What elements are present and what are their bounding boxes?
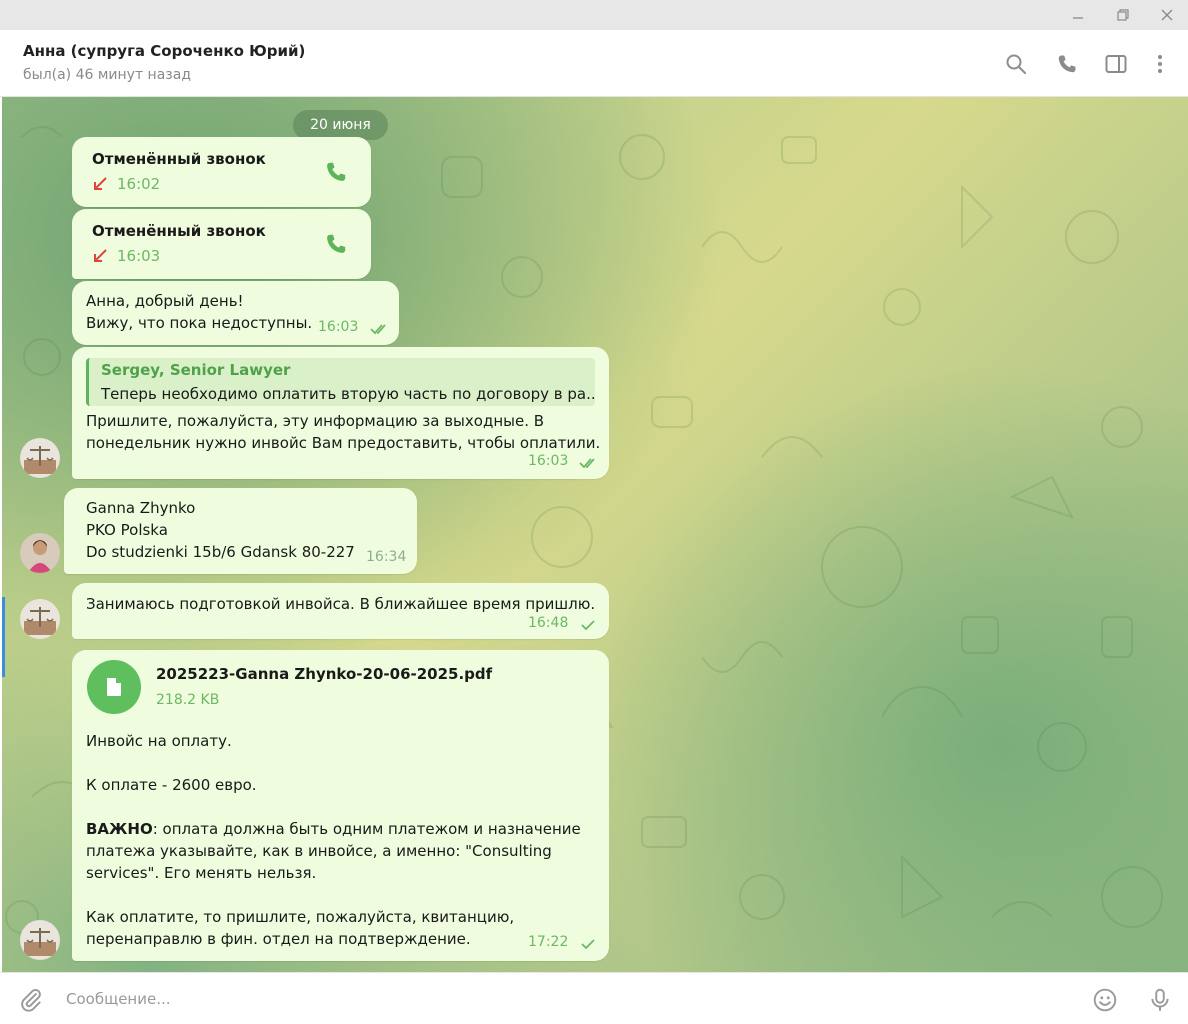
message-composer: [0, 972, 1188, 1024]
check-icon: [581, 620, 595, 631]
chat-area[interactable]: 20 июня Отменённый звонок 16:02 Отменённ…: [2, 97, 1188, 972]
contact-avatar[interactable]: [20, 533, 60, 573]
message-time: 16:03: [318, 319, 359, 335]
minimize-icon[interactable]: [1067, 4, 1089, 26]
chat-header: Анна (супруга Сороченко Юрий) был(а) 46 …: [0, 30, 1188, 97]
file-size: 218.2 KB: [156, 692, 220, 708]
restore-icon[interactable]: [1112, 4, 1134, 26]
microphone-icon[interactable]: [1146, 986, 1174, 1014]
call-back-icon[interactable]: [323, 159, 349, 185]
message-time: 16:34: [366, 549, 407, 565]
message-time: 17:22: [528, 934, 569, 950]
avatar[interactable]: [20, 438, 60, 478]
important-label: ВАЖНО: [86, 820, 153, 838]
incoming-message-bubble[interactable]: Ganna Zhynko PKO Polska Do studzienki 15…: [64, 488, 417, 574]
phone-icon[interactable]: [1054, 51, 1080, 77]
reply-author: Sergey, Senior Lawyer: [101, 361, 291, 379]
message-bubble[interactable]: Sergey, Senior Lawyer Теперь необходимо …: [72, 347, 609, 479]
attach-icon[interactable]: [17, 986, 45, 1014]
important-text: : оплата должна быть одним платежом и на…: [152, 820, 581, 838]
message-text: перенаправлю в фин. отдел на подтвержден…: [86, 930, 471, 948]
emoji-icon[interactable]: [1091, 986, 1119, 1014]
message-text: Ganna Zhynko: [86, 499, 196, 517]
date-badge: 20 июня: [293, 110, 388, 140]
avatar[interactable]: [20, 599, 60, 639]
file-name[interactable]: 2025223-Ganna Zhynko-20-06-2025.pdf: [156, 665, 492, 683]
call-time: 16:03: [117, 247, 161, 265]
window-titlebar: [0, 0, 1188, 30]
avatar[interactable]: [20, 920, 60, 960]
message-text: Инвойс на оплату.: [86, 732, 232, 750]
missed-call-arrow-icon: [94, 249, 107, 262]
chat-title[interactable]: Анна (супруга Сороченко Юрий): [23, 42, 305, 60]
message-bubble[interactable]: Анна, добрый день! Вижу, что пока недост…: [72, 281, 399, 345]
message-text: понедельник нужно инвойс Вам предоставит…: [86, 434, 601, 452]
message-text: Вижу, что пока недоступны.: [86, 314, 313, 332]
file-message-bubble[interactable]: 2025223-Ganna Zhynko-20-06-2025.pdf 218.…: [72, 650, 609, 961]
double-check-icon: [579, 458, 595, 469]
call-time: 16:02: [117, 175, 161, 193]
message-text: PKO Polska: [86, 521, 168, 539]
missed-call-arrow-icon: [94, 177, 107, 190]
active-indicator: [2, 597, 5, 677]
message-time: 16:03: [528, 453, 569, 469]
file-icon[interactable]: [87, 660, 141, 714]
search-icon[interactable]: [1003, 51, 1029, 77]
message-text: Анна, добрый день!: [86, 292, 244, 310]
call-message[interactable]: Отменённый звонок 16:03: [72, 209, 371, 279]
double-check-icon: [370, 324, 386, 335]
message-text: Как оплатите, то пришлите, пожалуйста, к…: [86, 908, 515, 926]
message-text: services". Его менять нельзя.: [86, 864, 317, 882]
message-text: платежа указывайте, как в инвойсе, а име…: [86, 842, 552, 860]
message-input[interactable]: [66, 985, 1066, 1013]
chat-status: был(а) 46 минут назад: [23, 67, 191, 83]
message-text: Занимаюсь подготовкой инвойса. В ближайш…: [86, 595, 596, 613]
call-message[interactable]: Отменённый звонок 16:02: [72, 137, 371, 207]
message-text: К оплате - 2600 евро.: [86, 776, 257, 794]
reply-text: Теперь необходимо оплатить вторую часть …: [101, 385, 595, 403]
message-bubble[interactable]: Занимаюсь подготовкой инвойса. В ближайш…: [72, 583, 609, 639]
more-vertical-icon[interactable]: [1147, 51, 1173, 77]
sidebar-toggle-icon[interactable]: [1103, 51, 1129, 77]
message-text: ВАЖНО: оплата должна быть одним платежом…: [86, 818, 581, 840]
check-icon: [581, 939, 595, 950]
call-title: Отменённый звонок: [92, 222, 266, 240]
message-time: 16:48: [528, 615, 569, 631]
message-text: Do studzienki 15b/6 Gdansk 80-227: [86, 543, 355, 561]
message-text: Пришлите, пожалуйста, эту информацию за …: [86, 412, 545, 430]
close-icon[interactable]: [1156, 4, 1178, 26]
call-title: Отменённый звонок: [92, 150, 266, 168]
call-back-icon[interactable]: [323, 231, 349, 257]
reply-preview[interactable]: Sergey, Senior Lawyer Теперь необходимо …: [86, 358, 595, 406]
